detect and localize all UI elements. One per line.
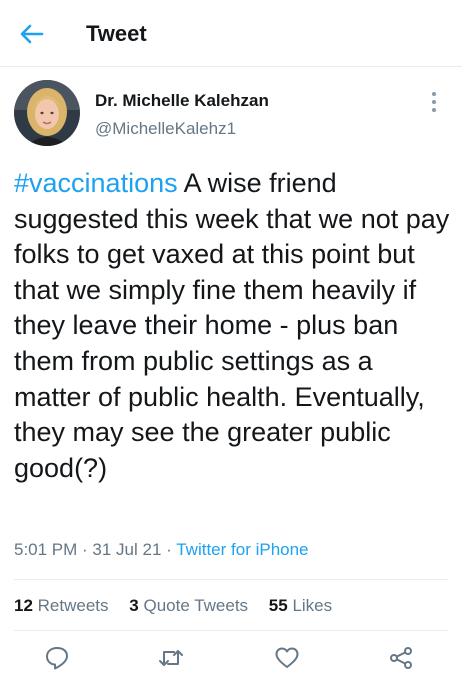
share-icon[interactable]	[388, 645, 418, 675]
avatar[interactable]	[14, 80, 80, 146]
meta-separator: ·	[161, 540, 177, 559]
tweet-time: 5:01 PM	[14, 540, 78, 559]
back-arrow-icon[interactable]	[18, 20, 46, 48]
retweet-icon[interactable]	[158, 645, 188, 675]
tweet-meta: 5:01 PM · 31 Jul 21 · Twitter for iPhone	[14, 540, 309, 560]
engagement-stats: 12 Retweets 3 Quote Tweets 55 Likes	[14, 596, 348, 616]
quote-tweets-count: 3	[129, 596, 139, 615]
meta-separator: ·	[77, 540, 93, 559]
page-title: Tweet	[86, 21, 147, 46]
author-handle[interactable]: @MichelleKalehz1	[95, 119, 236, 139]
likes-stat[interactable]: 55 Likes	[269, 596, 332, 615]
tweet-source-link[interactable]: Twitter for iPhone	[176, 540, 308, 559]
top-bar: Tweet	[0, 0, 462, 67]
reply-icon[interactable]	[44, 645, 74, 675]
tweet-date: 31 Jul 21	[92, 540, 162, 559]
quote-tweets-label: Quote Tweets	[143, 596, 249, 615]
retweets-count: 12	[14, 596, 33, 615]
retweets-label: Retweets	[37, 596, 109, 615]
tweet-text: #vaccinations A wise friend suggested th…	[14, 166, 454, 486]
quote-tweets-stat[interactable]: 3 Quote Tweets	[129, 596, 248, 615]
retweets-stat[interactable]: 12 Retweets	[14, 596, 109, 615]
more-options-icon[interactable]	[426, 92, 442, 112]
author-name[interactable]: Dr. Michelle Kalehzan	[95, 91, 269, 111]
like-icon[interactable]	[274, 645, 304, 675]
action-bar	[0, 645, 462, 675]
likes-label: Likes	[292, 596, 333, 615]
divider	[14, 630, 448, 631]
likes-count: 55	[268, 596, 288, 615]
divider	[14, 579, 448, 580]
tweet-body: A wise friend suggested this week that w…	[14, 168, 450, 483]
hashtag-link[interactable]: #vaccinations	[14, 168, 178, 198]
